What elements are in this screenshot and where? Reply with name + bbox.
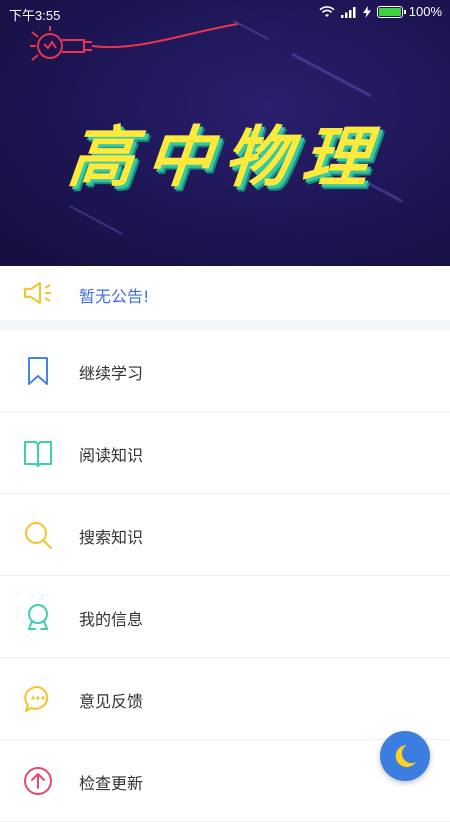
menu-item-feedback[interactable]: 意见反馈 — [0, 658, 450, 740]
menu-item-my-info[interactable]: 我的信息 — [0, 576, 450, 658]
announcement-bar: 暂无公告! — [0, 266, 450, 320]
moon-icon — [395, 744, 416, 767]
light-bulb-icon — [30, 23, 239, 61]
open-book-icon — [24, 441, 52, 467]
menu-item-label: 我的信息 — [79, 610, 144, 629]
menu-item-label: 检查更新 — [79, 774, 144, 793]
menu-item-read-knowledge[interactable]: 阅读知识 — [0, 412, 450, 494]
battery-icon — [376, 5, 406, 18]
menu-item-label: 搜索知识 — [79, 528, 144, 547]
menu-item-label: 意见反馈 — [79, 692, 144, 711]
battery-level: 100% — [408, 4, 442, 19]
bookmark-icon — [28, 357, 48, 385]
menu-item-continue-learning[interactable]: 继续学习 — [0, 330, 450, 412]
charging-icon — [362, 5, 371, 18]
banner-title: 高中物理 — [64, 118, 385, 196]
header-banner: 下午3:55 100% 高中物理 — [0, 0, 450, 266]
wifi-icon — [319, 5, 335, 17]
search-icon — [25, 522, 52, 549]
chat-bubble-icon — [24, 685, 49, 712]
upload-arrow-icon — [24, 767, 52, 795]
section-divider — [0, 320, 450, 330]
announcement-text: 暂无公告! — [79, 287, 150, 306]
user-icon — [27, 604, 49, 630]
menu-item-label: 阅读知识 — [79, 446, 144, 465]
night-mode-button[interactable] — [380, 731, 430, 781]
megaphone-icon — [24, 282, 51, 304]
menu-item-search-knowledge[interactable]: 搜索知识 — [0, 494, 450, 576]
status-time: 下午3:55 — [9, 8, 61, 23]
menu-item-label: 继续学习 — [79, 364, 144, 383]
status-bar: 下午3:55 100% — [0, 0, 450, 26]
signal-icon — [340, 6, 356, 18]
